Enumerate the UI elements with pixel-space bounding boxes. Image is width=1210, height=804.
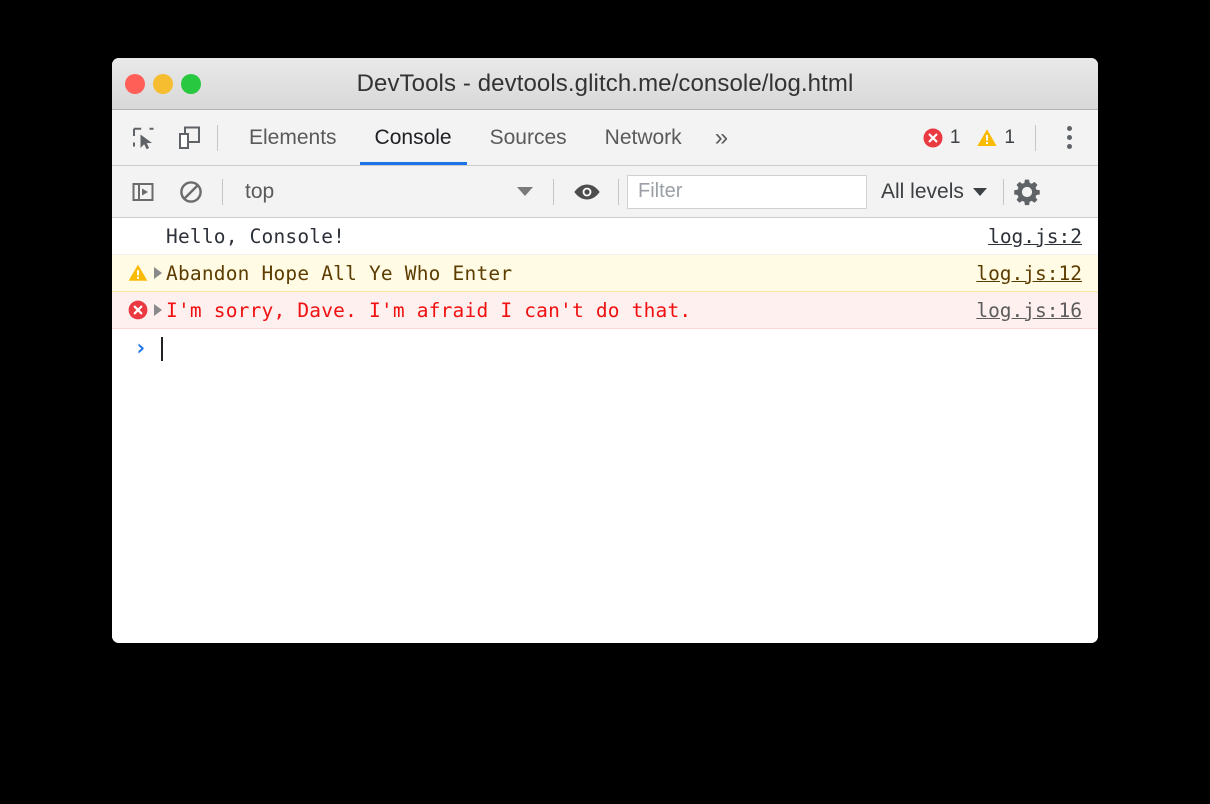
chevron-down-icon	[972, 187, 987, 196]
live-expression-eye-icon[interactable]	[572, 177, 602, 207]
minimize-window-button[interactable]	[153, 73, 173, 94]
console-message-source-link[interactable]: log.js:2	[988, 225, 1082, 248]
tabbar-divider	[217, 124, 218, 151]
log-levels-label: All levels	[881, 179, 964, 203]
customize-devtools-menu-button[interactable]	[1054, 123, 1084, 153]
eye-divider	[618, 178, 619, 205]
prompt-chevron-icon: ›	[134, 336, 148, 361]
console-toolbar-divider	[222, 178, 223, 205]
console-message-source-link[interactable]: log.js:16	[976, 299, 1082, 322]
device-toolbar-icon[interactable]	[175, 123, 205, 153]
devtools-tabs: Elements Console Sources Network »	[230, 110, 742, 165]
console-message-source-link[interactable]: log.js:12	[976, 262, 1082, 285]
warning-triangle-icon	[128, 264, 148, 281]
triangle-right-icon	[154, 304, 162, 316]
tab-sources-label: Sources	[489, 125, 567, 149]
kebab-dot	[1066, 126, 1072, 131]
error-count-label: 1	[949, 126, 961, 148]
levels-divider	[1002, 178, 1004, 205]
more-tabs-button[interactable]: »	[701, 110, 742, 165]
tab-elements-label: Elements	[249, 125, 337, 149]
inspect-element-icon[interactable]	[129, 123, 159, 153]
tab-sources[interactable]: Sources	[471, 110, 586, 165]
devtools-window: DevTools - devtools.glitch.me/console/lo…	[112, 58, 1098, 643]
console-message-text: Hello, Console!	[166, 224, 346, 248]
message-level-icon-slot	[126, 299, 150, 321]
tabbar-status: 1 1	[914, 110, 1098, 165]
clear-console-icon[interactable]	[176, 177, 206, 207]
console-message-text: I'm sorry, Dave. I'm afraid I can't do t…	[166, 298, 692, 322]
message-level-icon-slot	[126, 262, 150, 284]
console-prompt[interactable]: ›	[112, 329, 1098, 369]
console-message-text: Abandon Hope All Ye Who Enter	[166, 261, 513, 285]
status-divider	[1035, 124, 1036, 151]
warning-count-label: 1	[1004, 126, 1015, 148]
window-titlebar: DevTools - devtools.glitch.me/console/lo…	[112, 58, 1098, 110]
warning-count-badge[interactable]: 1	[968, 127, 1023, 149]
chevron-down-icon	[517, 187, 533, 196]
console-message-list[interactable]: Hello, Console! log.js:2 Abandon Hope Al…	[112, 218, 1098, 643]
console-message-row[interactable]: Abandon Hope All Ye Who Enter log.js:12	[112, 255, 1098, 292]
devtools-tabbar: Elements Console Sources Network » 1 1	[112, 110, 1098, 166]
kebab-dot	[1066, 135, 1072, 140]
console-message-row[interactable]: I'm sorry, Dave. I'm afraid I can't do t…	[112, 292, 1098, 329]
warning-triangle-icon	[977, 128, 998, 146]
gear-icon[interactable]	[1012, 177, 1042, 207]
tab-console-label: Console	[374, 125, 452, 149]
triangle-right-icon	[154, 267, 162, 279]
show-console-sidebar-icon[interactable]	[128, 177, 158, 207]
tab-network[interactable]: Network	[586, 110, 701, 165]
kebab-dot	[1066, 144, 1072, 149]
screen: DevTools - devtools.glitch.me/console/lo…	[0, 0, 1210, 804]
text-cursor	[161, 337, 164, 361]
error-count-badge[interactable]: 1	[914, 127, 969, 149]
tab-network-label: Network	[604, 125, 682, 149]
tabbar-tool-icons	[112, 110, 205, 165]
message-expand-triangle[interactable]	[150, 304, 166, 316]
window-controls	[125, 73, 201, 94]
console-message-row[interactable]: Hello, Console! log.js:2	[112, 218, 1098, 255]
chevron-double-right-icon: »	[714, 123, 729, 151]
filter-input[interactable]	[627, 174, 867, 209]
error-circle-icon	[923, 128, 943, 147]
message-expand-triangle[interactable]	[150, 267, 166, 279]
window-title: DevTools - devtools.glitch.me/console/lo…	[356, 69, 854, 97]
context-divider	[553, 178, 554, 205]
execution-context-selector[interactable]: top	[237, 175, 545, 209]
log-levels-selector[interactable]: All levels	[867, 180, 1001, 204]
maximize-window-button[interactable]	[181, 73, 201, 94]
tab-elements[interactable]: Elements	[230, 110, 356, 165]
tab-console[interactable]: Console	[356, 110, 471, 165]
close-window-button[interactable]	[125, 73, 145, 94]
error-circle-icon	[128, 300, 148, 320]
execution-context-label: top	[245, 179, 275, 203]
console-toolbar: top All levels	[112, 166, 1098, 218]
